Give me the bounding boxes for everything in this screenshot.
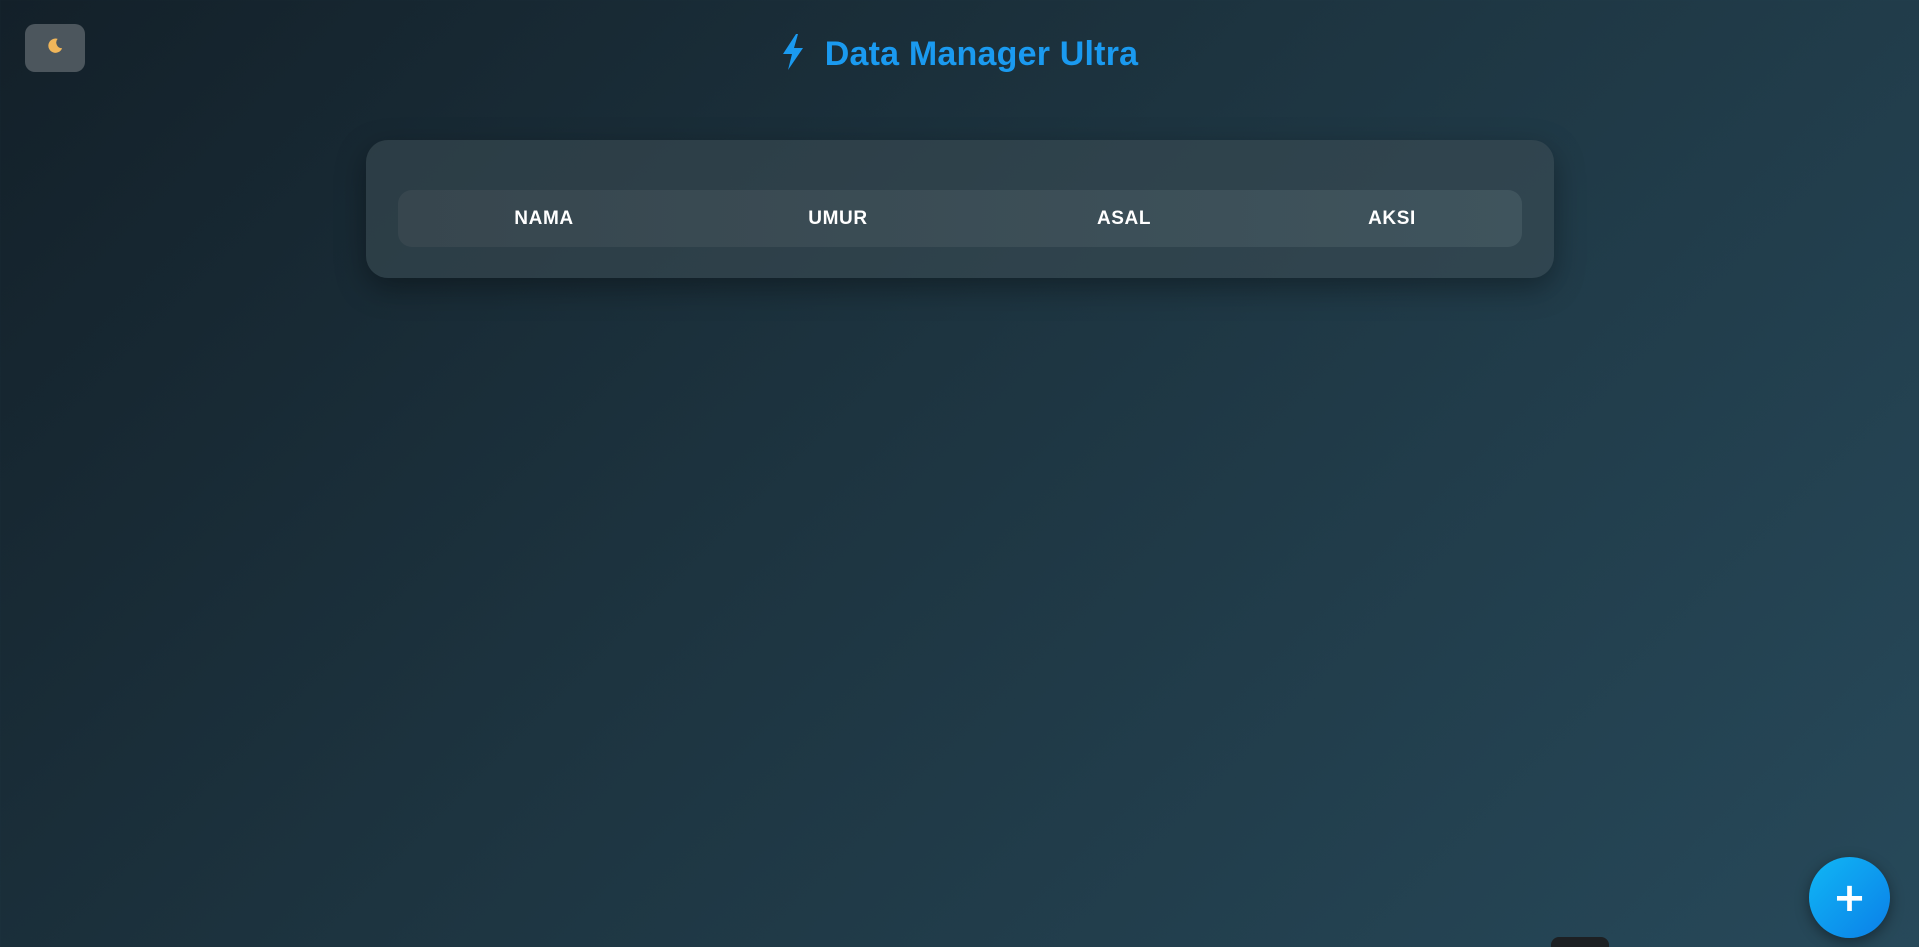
column-header-nama: NAMA: [514, 207, 574, 229]
table-header-row: NAMA UMUR ASAL AKSI: [398, 190, 1522, 247]
data-table-card: NAMA UMUR ASAL AKSI: [366, 140, 1554, 278]
partially-hidden-widget[interactable]: [1551, 937, 1609, 947]
add-data-button[interactable]: +: [1809, 857, 1890, 938]
page-title: Data Manager Ultra: [824, 35, 1139, 73]
page-header: Data Manager Ultra: [0, 34, 1919, 75]
lightning-bolt-icon: [781, 34, 805, 75]
plus-icon: +: [1832, 874, 1867, 921]
column-header-aksi: AKSI: [1368, 207, 1416, 229]
column-header-asal: ASAL: [1096, 207, 1152, 229]
column-header-umur: UMUR: [808, 207, 868, 229]
